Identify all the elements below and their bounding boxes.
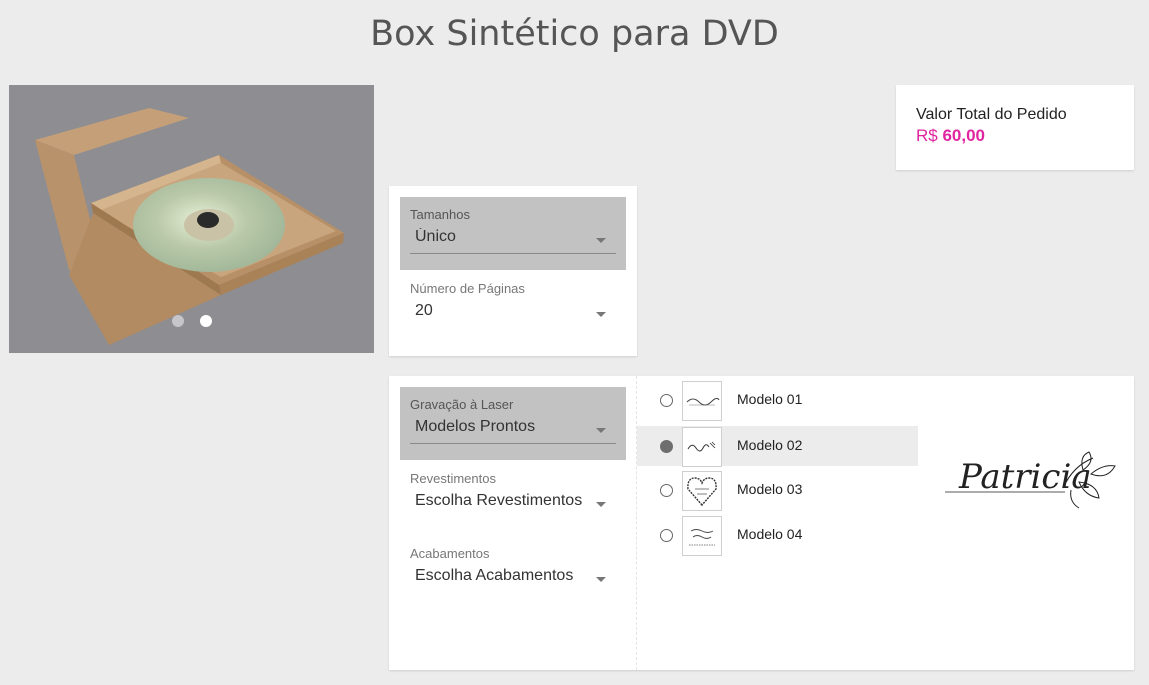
- model-option-02[interactable]: Modelo 02: [637, 426, 918, 467]
- radio-button[interactable]: [660, 529, 673, 542]
- model-01-thumbnail: [682, 381, 722, 421]
- sizes-label: Tamanhos: [410, 207, 470, 222]
- laser-label: Gravação à Laser: [410, 397, 514, 412]
- coatings-select[interactable]: Revestimentos Escolha Revestimentos: [400, 461, 626, 534]
- dvd-box-photo: [9, 85, 374, 353]
- product-image-carousel[interactable]: [9, 85, 374, 353]
- model-option-03[interactable]: Modelo 03: [637, 470, 918, 511]
- model-label: Modelo 02: [737, 437, 803, 453]
- pages-value: 20: [415, 302, 433, 319]
- size-options-card: Tamanhos Único Número de Páginas 20: [389, 186, 637, 356]
- page-title: Box Sintético para DVD: [370, 14, 779, 54]
- radio-button-selected[interactable]: [660, 440, 673, 453]
- model-label: Modelo 04: [737, 526, 803, 542]
- model-02-thumbnail: [682, 427, 722, 467]
- order-total-value: R$ 60,00: [916, 126, 986, 145]
- order-total-card: Valor Total do Pedido R$ 60,00: [896, 85, 1134, 170]
- laser-value: Modelos Prontos: [415, 418, 536, 435]
- model-option-01[interactable]: Modelo 01: [637, 380, 918, 421]
- engraving-preview-name: Patricia: [958, 457, 1092, 497]
- model-03-thumbnail: [682, 471, 722, 511]
- pages-label: Número de Páginas: [410, 281, 525, 296]
- select-underline: [410, 443, 616, 444]
- select-underline: [410, 253, 616, 254]
- model-label: Modelo 01: [737, 391, 803, 407]
- chevron-down-icon: [596, 502, 606, 507]
- chevron-down-icon: [596, 577, 606, 582]
- radio-button[interactable]: [660, 394, 673, 407]
- model-label: Modelo 03: [737, 481, 803, 497]
- finishes-label: Acabamentos: [410, 546, 490, 561]
- coatings-value: Escolha Revestimentos: [415, 492, 583, 509]
- chevron-down-icon: [596, 238, 606, 243]
- laser-select[interactable]: Gravação à Laser Modelos Prontos: [400, 387, 626, 460]
- pages-select[interactable]: Número de Páginas 20: [400, 271, 626, 344]
- finishes-value: Escolha Acabamentos: [415, 567, 574, 584]
- sizes-value: Único: [415, 228, 456, 245]
- chevron-down-icon: [596, 428, 606, 433]
- order-total-label: Valor Total do Pedido: [916, 106, 1067, 123]
- carousel-dot-2[interactable]: [200, 315, 212, 327]
- radio-button[interactable]: [660, 484, 673, 497]
- engraving-preview: Patricia: [945, 448, 1120, 515]
- carousel-dot-1[interactable]: [172, 315, 184, 327]
- model-04-thumbnail: [682, 516, 722, 556]
- model-option-04[interactable]: Modelo 04: [637, 515, 918, 556]
- customization-card: Gravação à Laser Modelos Prontos Revesti…: [389, 376, 1134, 670]
- sizes-select[interactable]: Tamanhos Único: [400, 197, 626, 270]
- finishes-select[interactable]: Acabamentos Escolha Acabamentos: [400, 536, 626, 609]
- coatings-label: Revestimentos: [410, 471, 496, 486]
- chevron-down-icon: [596, 312, 606, 317]
